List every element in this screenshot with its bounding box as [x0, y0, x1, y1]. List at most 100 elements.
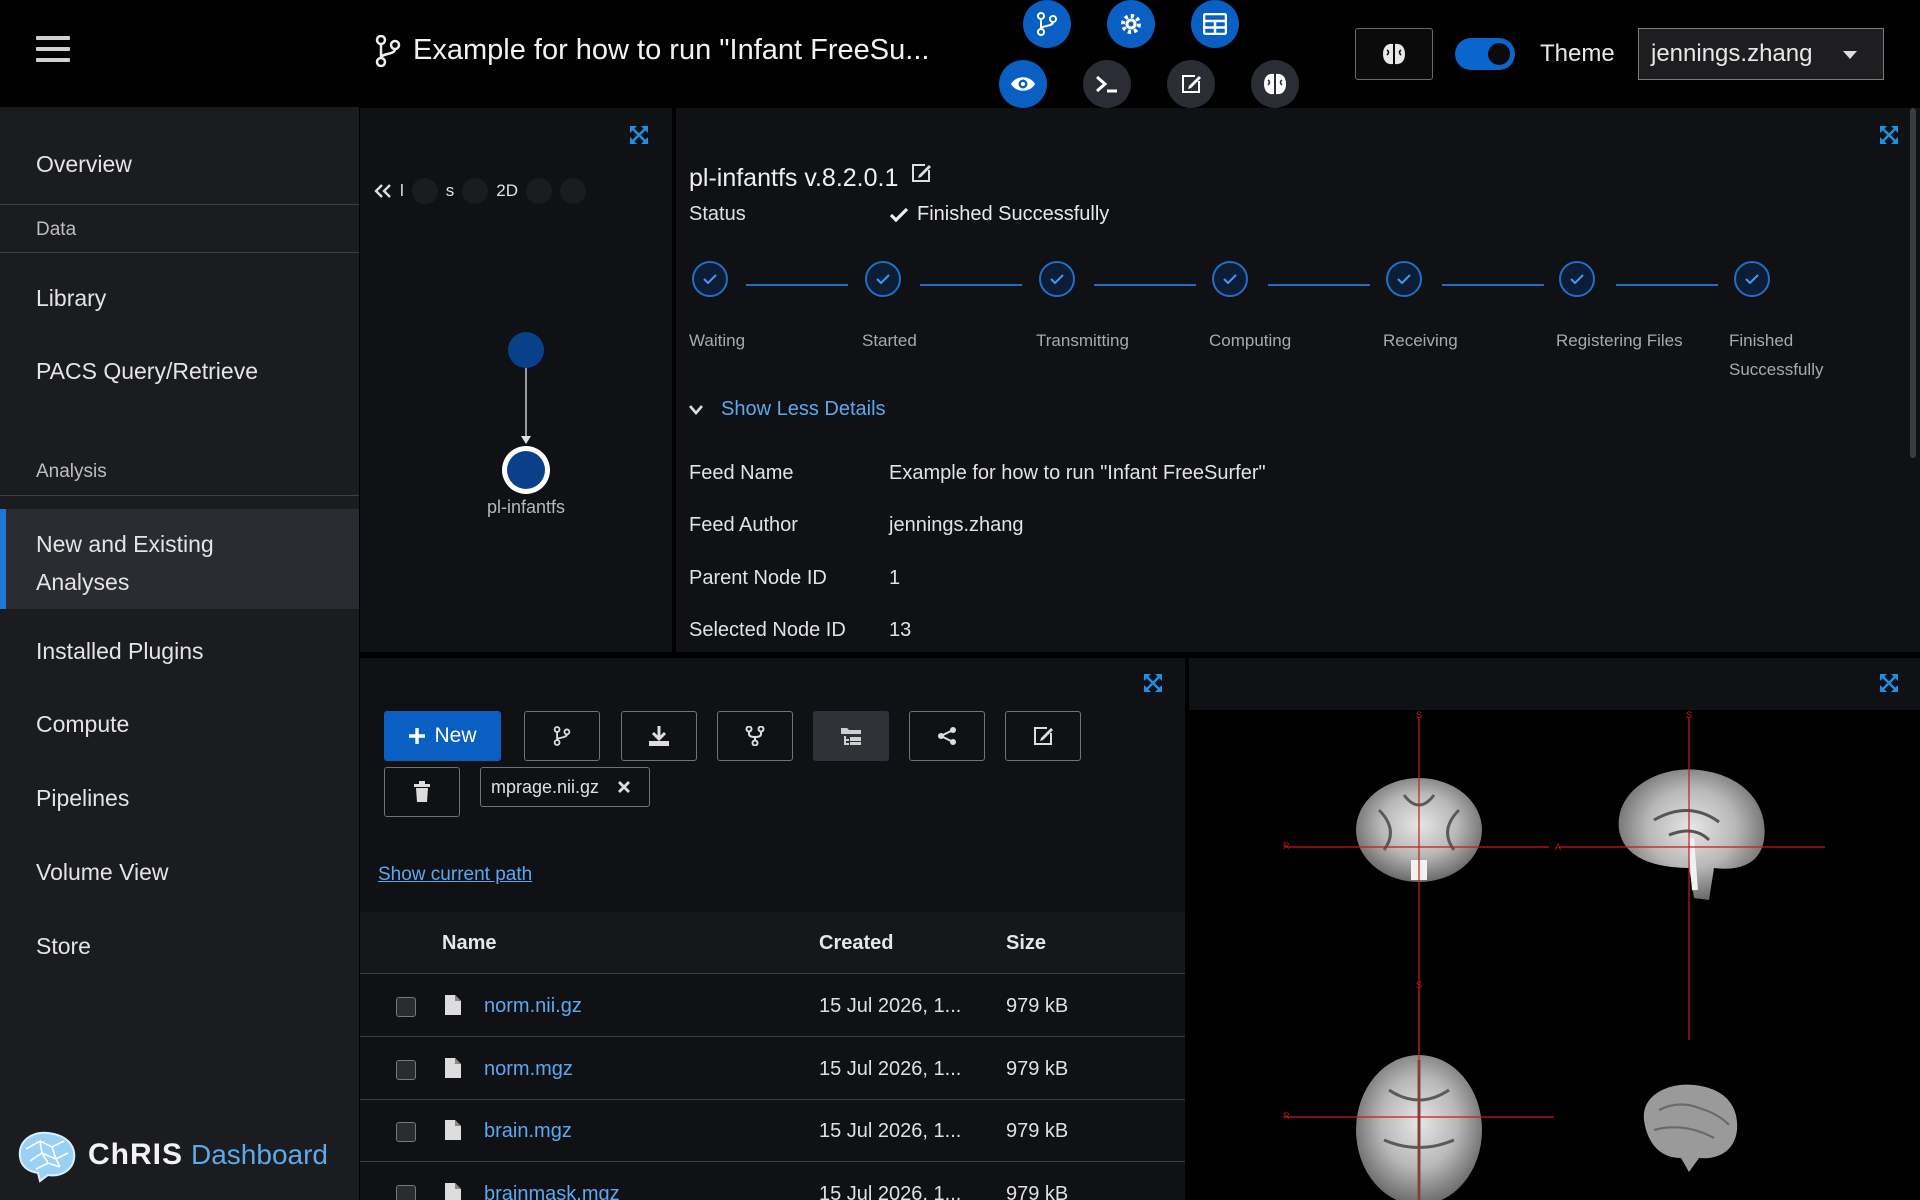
step-waiting — [690, 261, 840, 297]
sidebar-item-store[interactable]: Store — [36, 933, 91, 960]
menu-icon[interactable] — [36, 36, 70, 66]
row-checkbox[interactable] — [396, 997, 416, 1017]
row-checkbox[interactable] — [396, 1122, 416, 1142]
file-icon — [445, 1058, 461, 1078]
show-less-details-toggle[interactable]: Show Less Details — [689, 398, 886, 421]
mri-views[interactable] — [1189, 710, 1920, 1200]
check-icon — [1223, 274, 1237, 285]
file-name-link[interactable]: norm.nii.gz — [484, 995, 582, 1018]
table-row[interactable]: norm.nii.gz 15 Jul 2026, 1... 979 kB — [360, 975, 1185, 1037]
step-label: Finished Successfully — [1729, 331, 1824, 379]
check-icon — [703, 274, 717, 285]
coronal-view[interactable] — [1285, 718, 1549, 1110]
table-row[interactable]: norm.mgz 15 Jul 2026, 1... 979 kB — [360, 1038, 1185, 1100]
parent-node-id-value: 1 — [889, 567, 901, 589]
3d-render-view[interactable] — [1643, 1084, 1738, 1172]
sidebar-item-compute[interactable]: Compute — [36, 711, 129, 738]
expand-icon[interactable] — [1878, 672, 1900, 694]
file-icon — [445, 995, 461, 1015]
theme-label: Theme — [1540, 40, 1615, 67]
check-icon — [1397, 274, 1411, 285]
brain-toggle-button[interactable] — [1355, 28, 1433, 80]
file-name-link[interactable]: norm.mgz — [484, 1058, 573, 1081]
selected-node-id-value: 13 — [889, 619, 912, 641]
check-icon — [889, 207, 909, 222]
sidebar-item-pipelines[interactable]: Pipelines — [36, 785, 129, 812]
detail-label: Parent Node ID — [689, 567, 827, 589]
status-text: Finished Successfully — [917, 203, 1110, 225]
step-label: Waiting — [689, 331, 746, 350]
terminal-icon — [1096, 75, 1117, 93]
gear-icon — [1121, 14, 1141, 34]
terminal-button[interactable] — [1083, 60, 1131, 108]
create-feed-button[interactable] — [524, 711, 600, 761]
branch-icon — [375, 34, 401, 67]
row-checkbox[interactable] — [396, 1185, 416, 1200]
brain-icon — [1383, 43, 1405, 65]
row-checkbox[interactable] — [396, 1060, 416, 1080]
check-icon — [1745, 274, 1759, 285]
graph-view-button[interactable] — [1023, 0, 1071, 48]
file-browser-panel: New mprage.nii.gz Show current path Name… — [360, 658, 1185, 1200]
step-started — [863, 261, 1013, 297]
sidebar-item-overview[interactable]: Overview — [36, 151, 132, 178]
sidebar-item-library[interactable]: Library — [36, 285, 106, 312]
sidebar-item-pacs[interactable]: PACS Query/Retrieve — [36, 358, 258, 385]
tree-view-button[interactable] — [813, 711, 889, 761]
pl-infantfs-node[interactable] — [507, 451, 545, 489]
theme-toggle[interactable] — [1455, 38, 1515, 70]
trash-icon — [414, 781, 430, 802]
details-scrollbar[interactable] — [1910, 108, 1916, 458]
table-row[interactable]: brain.mgz 15 Jul 2026, 1... 979 kB — [360, 1100, 1185, 1162]
new-button[interactable]: New — [384, 711, 501, 761]
fork-icon — [745, 726, 765, 746]
table-view-button[interactable] — [1191, 0, 1239, 48]
status-value: Finished Successfully — [889, 203, 1109, 226]
new-button-label: New — [434, 724, 477, 747]
brain-view-button[interactable] — [1251, 60, 1299, 108]
expand-icon[interactable] — [1142, 672, 1164, 694]
close-icon[interactable] — [617, 780, 631, 794]
check-icon — [876, 274, 890, 285]
feed-title-area: Example for how to run "Infant FreeSu... — [375, 34, 929, 67]
file-created: 15 Jul 2026, 1... — [819, 995, 962, 1017]
user-dropdown[interactable]: jennings.zhang — [1638, 28, 1884, 80]
node-details-panel: pl-infantfs v.8.2.0.1 Status Finished Su… — [676, 108, 1920, 652]
column-created[interactable]: Created — [819, 932, 893, 955]
settings-button[interactable] — [1107, 0, 1155, 48]
file-created: 15 Jul 2026, 1... — [819, 1058, 962, 1080]
top-header: Example for how to run "Infant FreeSu...… — [0, 0, 1920, 108]
merge-button[interactable] — [717, 711, 793, 761]
column-size[interactable]: Size — [1006, 932, 1046, 955]
edit-button[interactable] — [1005, 711, 1081, 761]
show-current-path-link[interactable]: Show current path — [378, 864, 532, 886]
download-icon — [649, 726, 669, 746]
chris-brain-logo-icon — [18, 1131, 76, 1183]
selected-file-chip: mprage.nii.gz — [480, 767, 651, 807]
step-label: Registering Files — [1556, 331, 1683, 350]
download-button[interactable] — [621, 711, 697, 761]
file-name-link[interactable]: brain.mgz — [484, 1120, 572, 1143]
chris-dashboard-text: Dashboard — [191, 1139, 328, 1170]
column-name[interactable]: Name — [442, 932, 496, 955]
edit-icon[interactable] — [910, 162, 932, 184]
file-size: 979 kB — [1006, 1058, 1069, 1080]
preview-button[interactable] — [999, 60, 1047, 108]
edit-icon — [1034, 727, 1053, 745]
sidebar-item-analyses[interactable]: New and Existing Analyses — [36, 525, 276, 601]
root-node[interactable] — [508, 332, 544, 368]
delete-button[interactable] — [384, 767, 460, 817]
sidebar-item-volume-view[interactable]: Volume View — [36, 859, 169, 886]
share-button[interactable] — [909, 711, 985, 761]
expand-icon[interactable] — [1878, 124, 1900, 146]
edit-button[interactable] — [1167, 60, 1215, 108]
file-name-link[interactable]: brainmask.mgz — [484, 1183, 620, 1200]
step-finished — [1732, 261, 1882, 297]
sidebar-item-plugins[interactable]: Installed Plugins — [36, 638, 204, 665]
chris-logo[interactable]: ChRIS Dashboard — [12, 1127, 328, 1183]
check-icon — [1570, 274, 1584, 285]
axial-view[interactable] — [1285, 990, 1554, 1200]
sagittal-view[interactable] — [1559, 718, 1825, 1040]
table-row[interactable]: brainmask.mgz 15 Jul 2026, 1... 979 kB — [360, 1163, 1185, 1200]
feed-tree-graph — [502, 332, 550, 494]
